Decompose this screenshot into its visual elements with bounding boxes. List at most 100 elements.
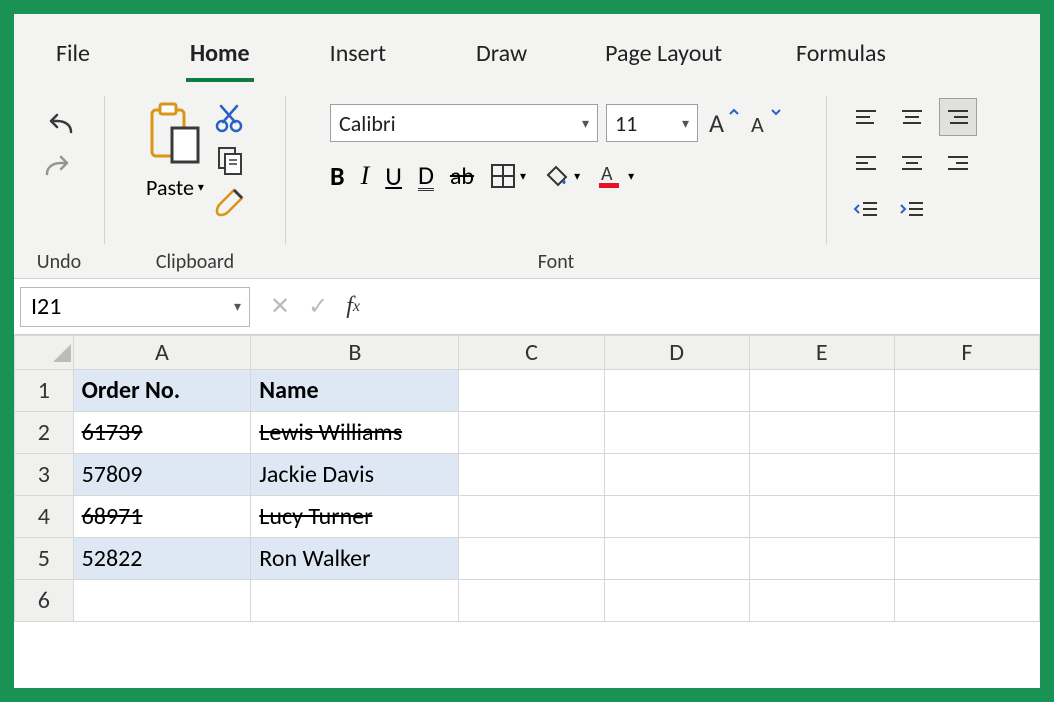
cell[interactable] [894,370,1039,412]
font-size-combo[interactable]: 11 ▾ [606,104,698,142]
cell[interactable] [894,454,1039,496]
col-header-E[interactable]: E [749,336,894,370]
cell[interactable]: Ron Walker [251,538,459,580]
formula-input[interactable] [372,287,1040,327]
row-header[interactable]: 4 [15,496,74,538]
increase-font-button[interactable]: A [706,106,740,140]
tab-home[interactable]: Home [168,33,272,78]
row-header[interactable]: 2 [15,412,74,454]
bold-button[interactable]: B [330,160,345,192]
cell[interactable] [749,370,894,412]
col-header-F[interactable]: F [894,336,1039,370]
tab-page-layout[interactable]: Page Layout [583,33,744,78]
cell[interactable] [749,412,894,454]
cell[interactable] [459,538,604,580]
cell[interactable] [894,496,1039,538]
cell[interactable]: 68971 [73,496,251,538]
increase-indent-button[interactable] [893,190,931,228]
paste-button[interactable] [144,100,206,170]
undo-button[interactable] [41,112,77,142]
cell[interactable]: Name [251,370,459,412]
cell[interactable]: 57809 [73,454,251,496]
cell[interactable] [604,580,749,622]
col-header-C[interactable]: C [459,336,604,370]
chevron-down-icon: ▾ [234,298,241,315]
row-header[interactable]: 5 [15,538,74,580]
cell[interactable]: 52822 [73,538,251,580]
select-all-corner[interactable] [15,336,74,370]
spreadsheet-grid[interactable]: A B C D E F 1Order No.Name 261739Lewis Wi… [14,335,1040,688]
cell[interactable]: Jackie Davis [251,454,459,496]
cell[interactable] [604,412,749,454]
cell[interactable] [894,412,1039,454]
align-top-right-button[interactable] [939,98,977,136]
align-top-center-button[interactable] [893,98,931,136]
name-box[interactable]: I21 ▾ [20,287,250,327]
italic-button[interactable]: I [361,161,370,191]
col-header-A[interactable]: A [73,336,251,370]
cell[interactable] [459,580,604,622]
underline-button[interactable]: U [385,160,402,192]
cell[interactable]: Order No. [73,370,251,412]
cell[interactable] [749,580,894,622]
row-header[interactable]: 3 [15,454,74,496]
cell[interactable] [604,496,749,538]
font-size-value: 11 [615,110,637,137]
ribbon-tabs: File Home Insert Draw Page Layout Formul… [14,14,1040,84]
format-painter-button[interactable] [214,186,246,220]
enter-formula-button[interactable]: ✓ [308,292,328,321]
font-color-button[interactable]: A ▾ [596,162,634,190]
cell[interactable] [604,454,749,496]
cell[interactable] [251,580,459,622]
cut-button[interactable] [215,102,245,134]
cell[interactable]: Lucy Turner [251,496,459,538]
strikethrough-button[interactable]: ab [450,162,474,191]
cell[interactable] [459,454,604,496]
tab-draw[interactable]: Draw [454,33,549,78]
font-name-combo[interactable]: Calibri ▾ [330,104,598,142]
cell[interactable] [459,412,604,454]
group-label-clipboard: Clipboard [105,250,285,274]
excel-window: File Home Insert Draw Page Layout Formul… [14,14,1040,688]
cell[interactable] [604,370,749,412]
decrease-font-button[interactable]: A [748,106,782,140]
cell[interactable] [894,580,1039,622]
align-center-button[interactable] [893,144,931,182]
cell[interactable] [749,454,894,496]
borders-button[interactable]: ▾ [490,163,526,189]
align-top-left-button[interactable] [847,98,885,136]
cell[interactable] [749,496,894,538]
tab-insert[interactable]: Insert [308,33,408,78]
cell[interactable] [604,538,749,580]
font-color-icon: A [596,162,624,190]
align-right-button[interactable] [939,144,977,182]
cell[interactable] [894,538,1039,580]
cell[interactable] [73,580,251,622]
redo-icon [41,154,77,184]
cancel-formula-button[interactable]: ✕ [270,292,290,321]
cell[interactable] [749,538,894,580]
copy-button[interactable] [215,144,245,176]
tab-file[interactable]: File [34,33,112,78]
cell[interactable] [459,370,604,412]
bold-icon: B [330,160,345,192]
row-header[interactable]: 6 [15,580,74,622]
align-left-button[interactable] [847,144,885,182]
double-underline-button[interactable]: D [418,162,434,191]
decrease-indent-button[interactable] [847,190,885,228]
borders-icon [490,163,516,189]
copy-icon [215,144,245,176]
cell[interactable]: Lewis Williams [251,412,459,454]
row-header[interactable]: 1 [15,370,74,412]
insert-function-button[interactable]: fx [346,293,360,320]
group-undo: Undo [14,84,104,278]
tab-formulas[interactable]: Formulas [774,33,908,78]
paste-dropdown-icon[interactable]: ▾ [198,180,204,195]
fill-color-button[interactable]: ▾ [542,163,580,189]
col-header-B[interactable]: B [251,336,459,370]
cell[interactable]: 61739 [73,412,251,454]
col-header-D[interactable]: D [604,336,749,370]
redo-button[interactable] [41,154,77,184]
formula-bar: I21 ▾ ✕ ✓ fx [14,279,1040,335]
cell[interactable] [459,496,604,538]
